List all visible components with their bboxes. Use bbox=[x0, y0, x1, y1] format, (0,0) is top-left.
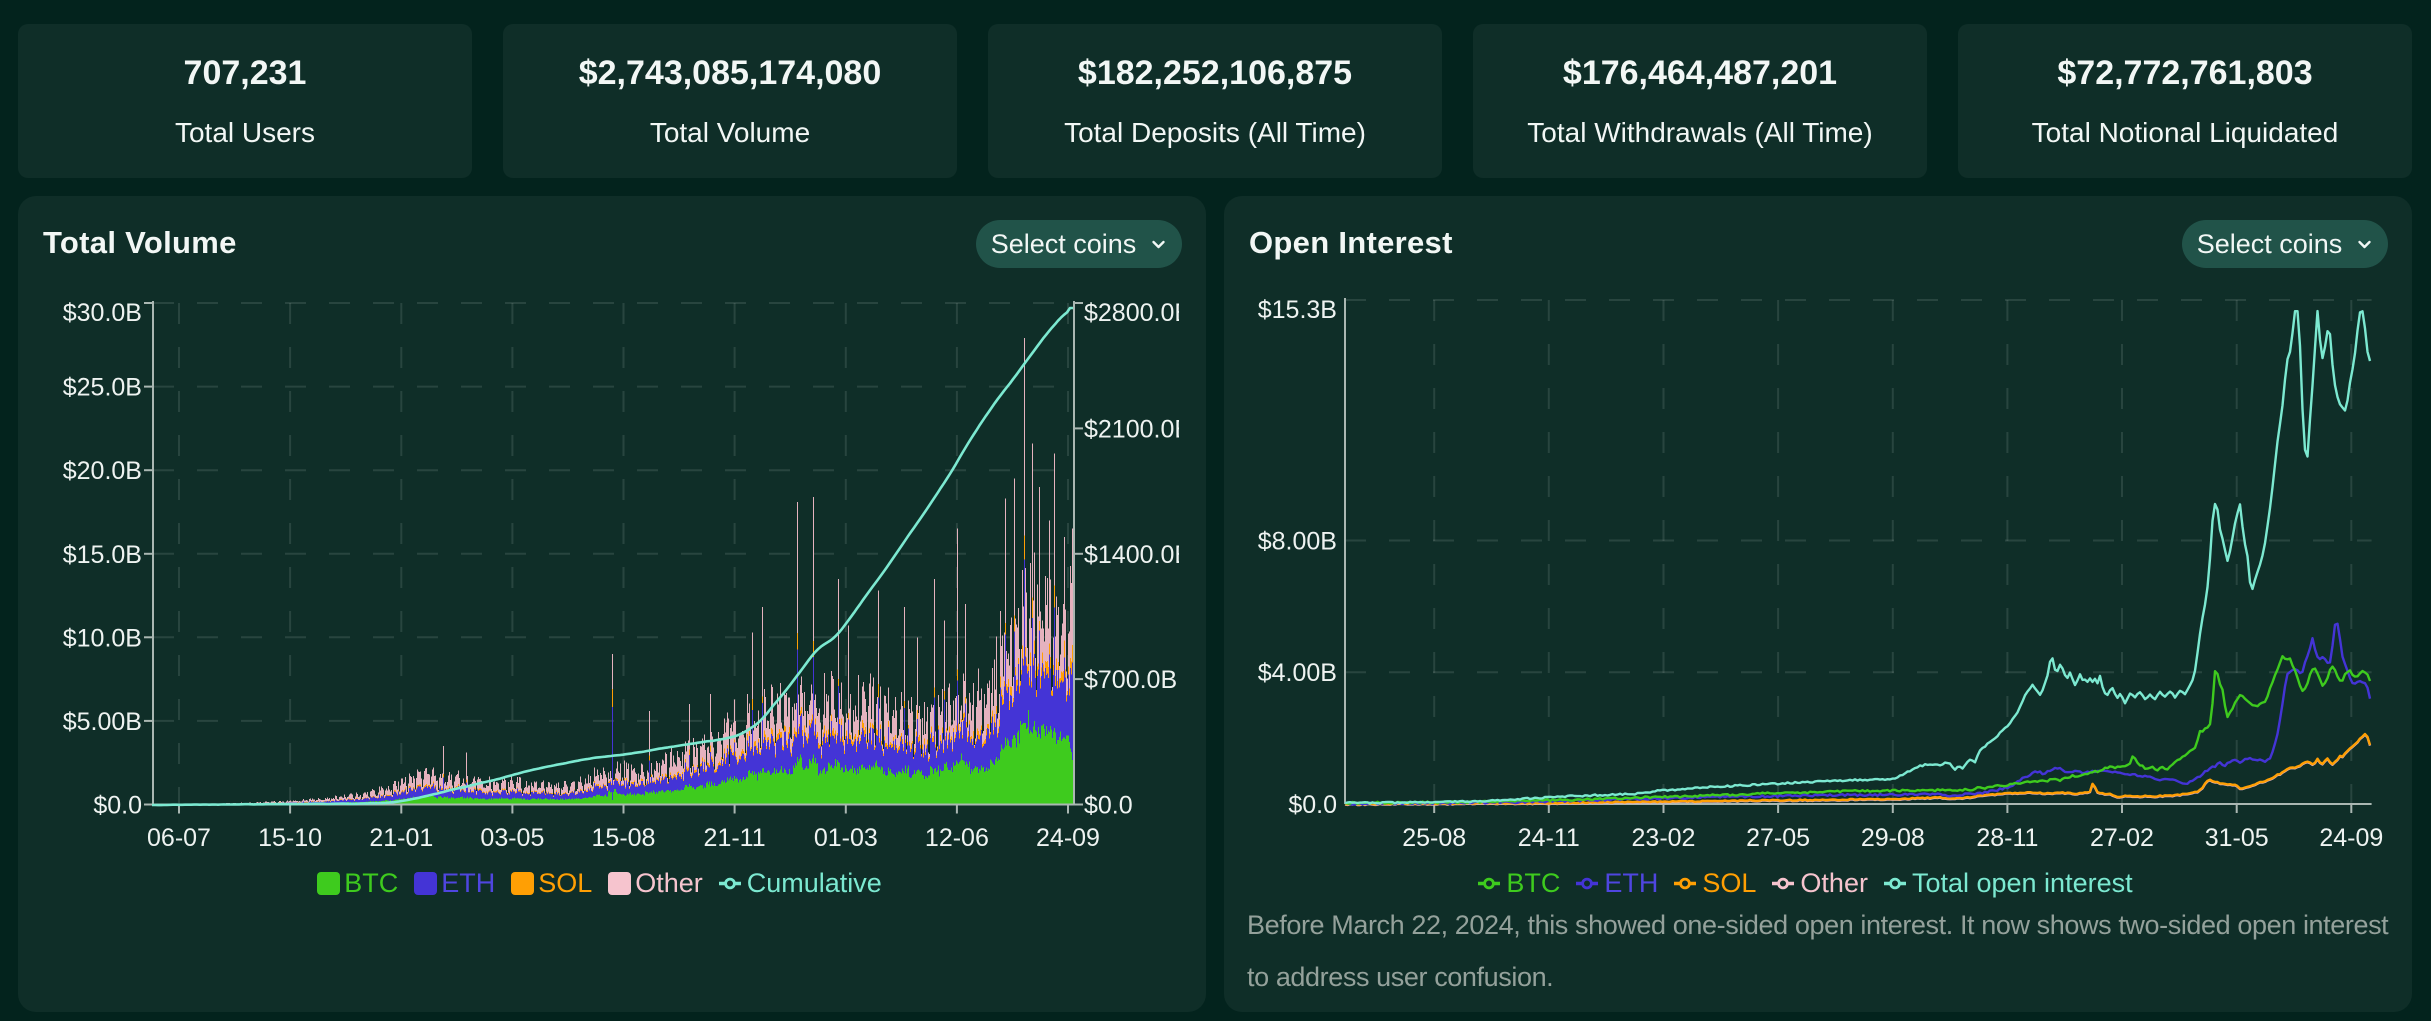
svg-text:$0.0: $0.0 bbox=[1084, 792, 1133, 820]
svg-text:23-02: 23-02 bbox=[1632, 824, 1696, 852]
svg-text:$700.0B: $700.0B bbox=[1084, 666, 1177, 694]
svg-text:15-08: 15-08 bbox=[592, 824, 656, 852]
svg-text:06-07: 06-07 bbox=[147, 824, 211, 852]
svg-text:28-11: 28-11 bbox=[1976, 824, 2038, 852]
svg-text:$20.0B: $20.0B bbox=[63, 457, 142, 485]
svg-text:01-03: 01-03 bbox=[814, 824, 878, 852]
svg-text:03-05: 03-05 bbox=[480, 824, 544, 852]
svg-text:21-11: 21-11 bbox=[704, 824, 766, 852]
svg-text:$2800.0B: $2800.0B bbox=[1084, 299, 1191, 327]
svg-text:24-11: 24-11 bbox=[1518, 824, 1580, 852]
svg-text:27-02: 27-02 bbox=[2090, 824, 2154, 852]
svg-text:25-08: 25-08 bbox=[1402, 824, 1466, 852]
svg-text:27-05: 27-05 bbox=[1746, 824, 1810, 852]
svg-text:12-06: 12-06 bbox=[925, 824, 989, 852]
svg-text:$5.00B: $5.00B bbox=[63, 708, 142, 736]
svg-text:$1400.0B: $1400.0B bbox=[1084, 541, 1191, 569]
svg-text:$4.00B: $4.00B bbox=[1258, 659, 1337, 687]
svg-text:$10.0B: $10.0B bbox=[63, 624, 142, 652]
svg-text:$8.00B: $8.00B bbox=[1258, 528, 1337, 556]
svg-text:24-09: 24-09 bbox=[2319, 824, 2383, 852]
svg-text:$15.0B: $15.0B bbox=[63, 541, 142, 569]
svg-text:29-08: 29-08 bbox=[1861, 824, 1925, 852]
svg-text:24-09: 24-09 bbox=[1036, 824, 1100, 852]
svg-text:$0.0: $0.0 bbox=[93, 792, 142, 820]
svg-text:21-01: 21-01 bbox=[369, 824, 433, 852]
svg-text:15-10: 15-10 bbox=[258, 824, 322, 852]
svg-text:$2100.0B: $2100.0B bbox=[1084, 415, 1191, 443]
svg-text:$25.0B: $25.0B bbox=[63, 374, 142, 402]
svg-text:$30.0B: $30.0B bbox=[63, 299, 142, 327]
svg-text:$15.3B: $15.3B bbox=[1258, 296, 1337, 324]
svg-text:$0.0: $0.0 bbox=[1288, 791, 1337, 819]
svg-text:31-05: 31-05 bbox=[2205, 824, 2269, 852]
